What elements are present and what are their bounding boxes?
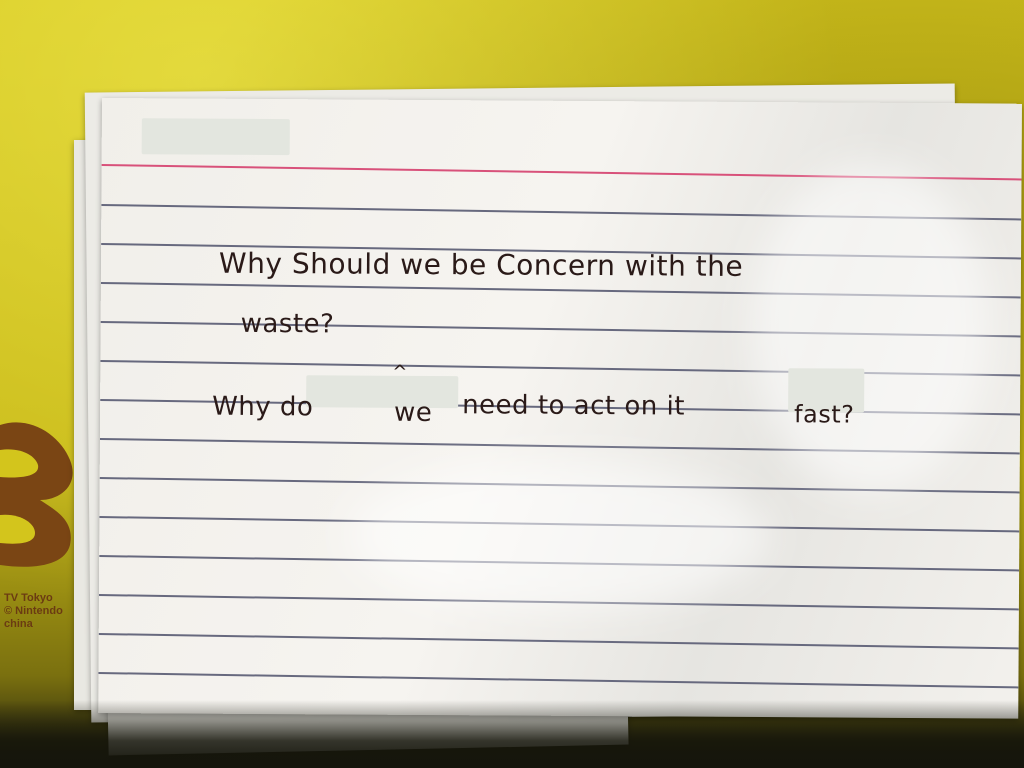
handwritten-line-3-part-a: Why do: [212, 391, 314, 423]
printed-text-line: © Nintendo: [4, 605, 63, 617]
handwritten-line-3-part-d: fast?: [793, 400, 855, 429]
index-card: Why Should we be Concern with the waste?…: [98, 98, 1022, 719]
ruled-line: [98, 632, 1019, 649]
printed-text-line: TV Tokyo: [4, 592, 53, 604]
light-patch: [348, 459, 770, 613]
handwritten-line-1: Why Should we be Concern with the: [218, 246, 744, 283]
insertion-caret: ^: [392, 361, 408, 383]
printed-text-line: china: [4, 618, 33, 630]
redacted-name-area: [141, 118, 290, 156]
ruled-line: [98, 671, 1019, 688]
photo-scene: TV Tokyo © Nintendo china Why Should we …: [0, 0, 1024, 768]
handwritten-line-3-part-b: we: [393, 397, 433, 429]
bottom-shadow: [0, 700, 1024, 768]
handwritten-line-3-part-c: need to act on it: [462, 390, 686, 422]
redacted-word-area: [306, 375, 459, 409]
light-patch: [749, 161, 992, 494]
handwritten-line-2: waste?: [240, 308, 335, 340]
